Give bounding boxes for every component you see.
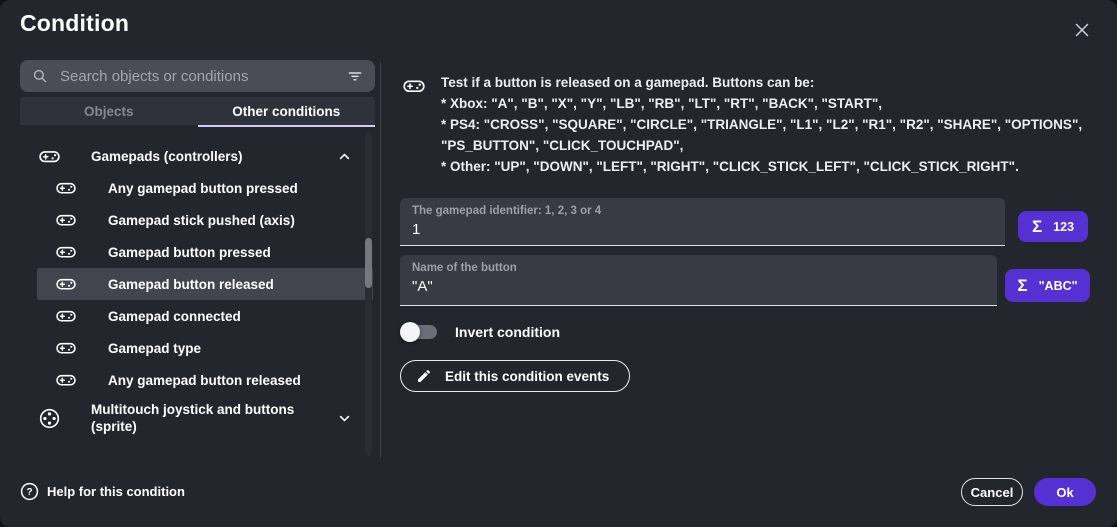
search-input[interactable] bbox=[58, 67, 337, 86]
gamepad-identifier-field: The gamepad identifier: 1, 2, 3 or 4 bbox=[400, 198, 1005, 246]
chevron-up-icon[interactable] bbox=[336, 148, 353, 165]
button-name-label: Name of the button bbox=[412, 262, 985, 274]
list-scrollbar-thumb[interactable] bbox=[365, 238, 372, 288]
tabs-bar: Objects Other conditions bbox=[20, 97, 375, 125]
gamepad-identifier-label: The gamepad identifier: 1, 2, 3 or 4 bbox=[412, 205, 993, 217]
chevron-down-icon[interactable] bbox=[336, 410, 353, 427]
toggle-knob bbox=[400, 322, 420, 342]
panel-divider bbox=[380, 62, 381, 458]
gamepad-identifier-input[interactable] bbox=[412, 221, 993, 238]
condition-dialog: Condition Objects Other conditions Gamep… bbox=[0, 0, 1117, 527]
ok-button[interactable]: Ok bbox=[1034, 478, 1096, 506]
gamepad-icon bbox=[55, 177, 77, 199]
row-label: Any gamepad button pressed bbox=[108, 180, 298, 197]
row-label: Gamepad button pressed bbox=[108, 244, 271, 261]
gamepad-icon bbox=[55, 337, 77, 359]
search-icon bbox=[31, 67, 49, 85]
row-label: Gamepad button released bbox=[108, 276, 274, 293]
description-line: "PS_BUTTON", "CLICK_TOUCHPAD", bbox=[441, 135, 1101, 156]
edit-button-label: Edit this condition events bbox=[445, 369, 609, 384]
expression-builder-number-button[interactable]: Σ 123 bbox=[1018, 211, 1088, 242]
expression-builder-string-button[interactable]: Σ "ABC" bbox=[1005, 269, 1090, 302]
gamepad-icon bbox=[55, 209, 77, 231]
help-icon: ? bbox=[20, 482, 39, 501]
description-line: * Xbox: "A", "B", "X", "Y", "LB", "RB", … bbox=[441, 93, 1101, 114]
close-icon bbox=[1071, 19, 1093, 41]
row-label: Gamepad connected bbox=[108, 308, 241, 325]
row-label: Any gamepad button released bbox=[108, 372, 301, 389]
condition-row-gamepad-button-pressed[interactable]: Gamepad button pressed bbox=[37, 236, 373, 268]
sigma-icon: Σ bbox=[1032, 218, 1042, 235]
tab-objects[interactable]: Objects bbox=[20, 97, 198, 125]
gamepad-icon bbox=[38, 145, 61, 168]
page-title: Condition bbox=[20, 10, 129, 37]
row-label: Multitouch joystick and buttons (sprite) bbox=[91, 401, 303, 435]
help-link[interactable]: ? Help for this condition bbox=[20, 482, 185, 501]
svg-text:?: ? bbox=[26, 487, 32, 498]
row-label: Gamepad stick pushed (axis) bbox=[108, 212, 295, 229]
button-name-input[interactable] bbox=[412, 278, 985, 295]
expression-button-label: "ABC" bbox=[1039, 279, 1078, 293]
group-row-gamepads-controllers[interactable]: Gamepads (controllers) bbox=[37, 140, 373, 172]
invert-condition-toggle[interactable] bbox=[400, 320, 437, 344]
sigma-icon: Σ bbox=[1017, 277, 1027, 294]
list-scrollbar-track[interactable] bbox=[365, 132, 372, 456]
filter-icon[interactable] bbox=[346, 67, 364, 85]
gamepad-icon bbox=[55, 273, 77, 295]
search-bar bbox=[20, 60, 375, 92]
close-button[interactable] bbox=[1071, 19, 1093, 41]
group-row-multitouch-joystick-and-buttons-sprite[interactable]: Multitouch joystick and buttons (sprite) bbox=[37, 396, 373, 440]
invert-condition-label: Invert condition bbox=[455, 324, 560, 340]
gamepad-icon bbox=[55, 241, 77, 263]
button-name-field: Name of the button bbox=[400, 255, 997, 306]
description-line: Test if a button is released on a gamepa… bbox=[441, 72, 1101, 93]
description-line: * Other: "UP", "DOWN", "LEFT", "RIGHT", … bbox=[441, 156, 1101, 177]
row-label: Gamepads (controllers) bbox=[91, 148, 303, 165]
gamepad-icon bbox=[402, 74, 426, 98]
expression-button-label: 123 bbox=[1053, 220, 1074, 234]
tab-other-conditions[interactable]: Other conditions bbox=[198, 97, 376, 125]
condition-row-any-gamepad-button-pressed[interactable]: Any gamepad button pressed bbox=[37, 172, 373, 204]
help-label: Help for this condition bbox=[47, 484, 185, 499]
condition-description: Test if a button is released on a gamepa… bbox=[441, 72, 1101, 177]
condition-row-gamepad-connected[interactable]: Gamepad connected bbox=[37, 300, 373, 332]
gamepad-icon bbox=[55, 305, 77, 327]
edit-condition-events-button[interactable]: Edit this condition events bbox=[400, 360, 630, 392]
cancel-button[interactable]: Cancel bbox=[961, 478, 1023, 506]
multitouch-icon bbox=[38, 407, 61, 430]
condition-row-gamepad-stick-pushed-axis[interactable]: Gamepad stick pushed (axis) bbox=[37, 204, 373, 236]
conditions-list: Gamepads (controllers) Any gamepad button… bbox=[0, 130, 380, 458]
pencil-icon bbox=[416, 368, 432, 384]
description-line: * PS4: "CROSS", "SQUARE", "CIRCLE", "TRI… bbox=[441, 114, 1101, 135]
condition-row-gamepad-type[interactable]: Gamepad type bbox=[37, 332, 373, 364]
gamepad-icon bbox=[55, 369, 77, 391]
condition-row-any-gamepad-button-released[interactable]: Any gamepad button released bbox=[37, 364, 373, 396]
row-label: Gamepad type bbox=[108, 340, 201, 357]
condition-row-gamepad-button-released[interactable]: Gamepad button released bbox=[37, 268, 373, 300]
invert-condition-row: Invert condition bbox=[400, 320, 560, 344]
